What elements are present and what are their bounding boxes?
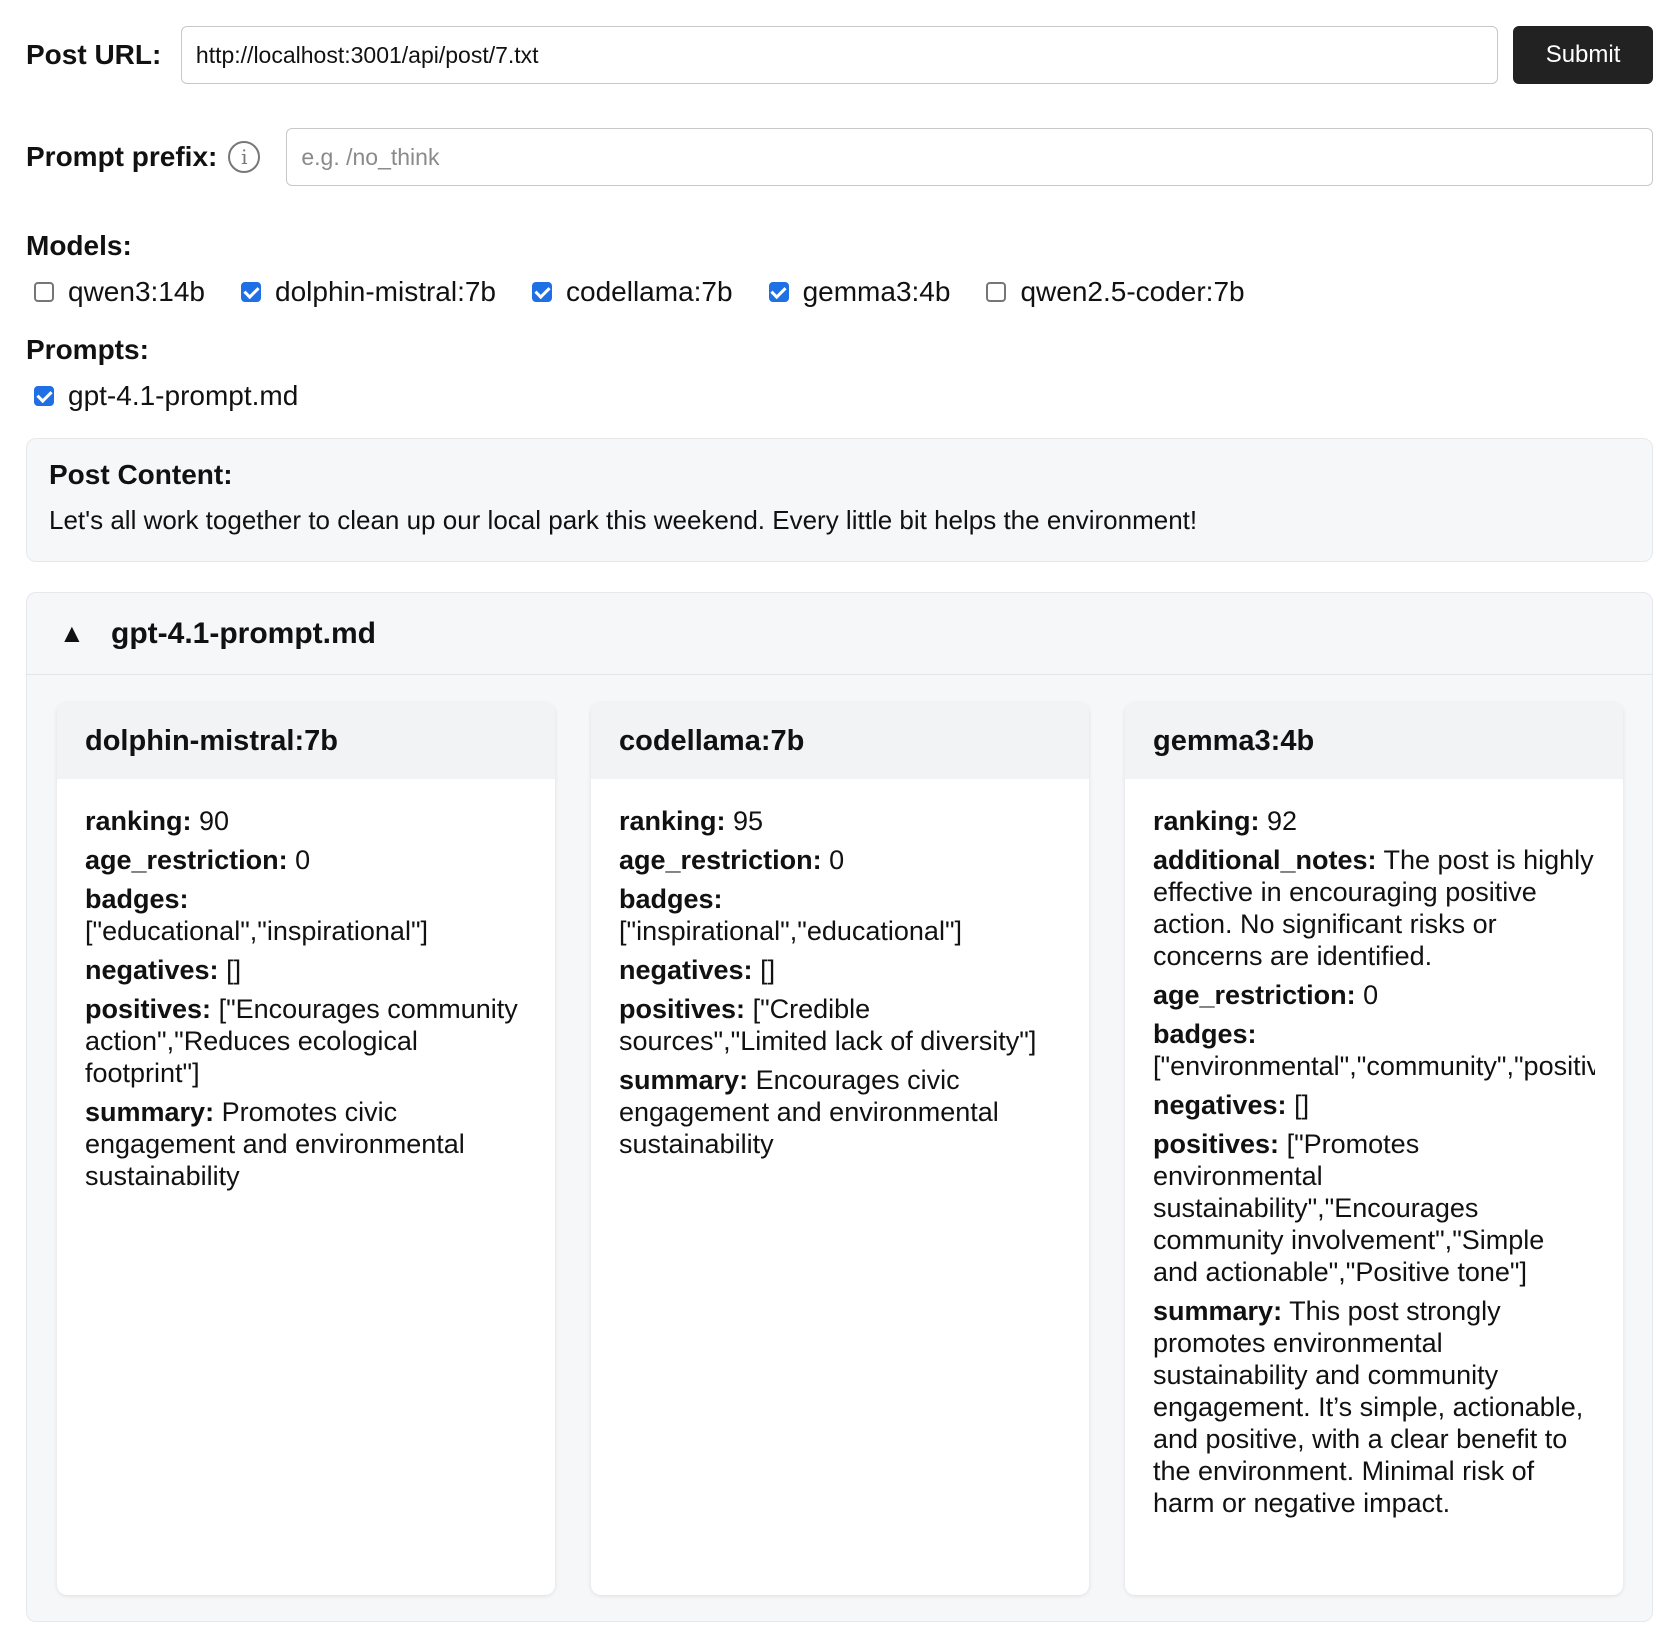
field-key: age_restriction: <box>85 845 288 875</box>
result-field: positives: ["Credible sources","Limited … <box>619 993 1061 1057</box>
field-key: badges: <box>85 884 189 914</box>
post-content-title: Post Content: <box>49 459 233 490</box>
prompt-prefix-label: Prompt prefix: <box>26 141 218 172</box>
field-key: negatives: <box>85 955 219 985</box>
field-key: badges: <box>1153 1019 1257 1049</box>
result-field: ranking: 95 <box>619 805 1061 837</box>
field-value: [] <box>760 955 776 985</box>
field-key: positives: <box>1153 1129 1280 1159</box>
checkbox[interactable] <box>532 282 553 302</box>
checkbox[interactable] <box>768 282 789 302</box>
model-option-gemma3-4b[interactable]: gemma3:4b <box>761 276 951 308</box>
post-content-text: Let's all work together to clean up our … <box>49 505 1198 535</box>
model-option-label: codellama:7b <box>566 276 733 307</box>
result-field: badges: ["inspirational","educational"] <box>619 883 1061 947</box>
post-url-input[interactable] <box>180 26 1499 84</box>
field-value: 95 <box>733 806 764 836</box>
field-value: 0 <box>295 845 311 875</box>
field-value: 92 <box>1267 806 1298 836</box>
field-key: summary: <box>1153 1296 1283 1326</box>
model-option-label: gemma3:4b <box>802 276 951 307</box>
checkbox[interactable] <box>986 282 1007 302</box>
field-key: negatives: <box>1153 1090 1287 1120</box>
prompt-results-accordion: ▲ gpt-4.1-prompt.md dolphin-mistral:7b r… <box>26 592 1653 1622</box>
field-value: ["inspirational","educational"] <box>619 916 963 946</box>
field-key: positives: <box>619 994 746 1024</box>
post-content-panel: Post Content: Let's all work together to… <box>26 438 1653 562</box>
model-option-dolphin-mistral-7b[interactable]: dolphin-mistral:7b <box>233 276 496 308</box>
result-field: badges: ["educational","inspirational"] <box>85 883 527 947</box>
model-option-qwen2-5-coder-7b[interactable]: qwen2.5-coder:7b <box>978 276 1245 308</box>
result-field: negatives: [] <box>85 954 527 986</box>
field-key: ranking: <box>1153 806 1260 836</box>
card-model-title: gemma3:4b <box>1125 703 1623 779</box>
field-key: summary: <box>619 1065 749 1095</box>
result-field: badges: ["environmental","community","pos… <box>1153 1018 1595 1082</box>
result-field: age_restriction: 0 <box>619 844 1061 876</box>
result-cards: dolphin-mistral:7b ranking: 90 age_restr… <box>27 675 1652 1595</box>
field-value: ["educational","inspirational"] <box>85 916 429 946</box>
model-option-label: dolphin-mistral:7b <box>275 276 497 307</box>
result-field: positives: ["Promotes environmental sust… <box>1153 1128 1595 1288</box>
result-card-gemma3: gemma3:4b ranking: 92 additional_notes: … <box>1125 703 1623 1595</box>
result-card-codellama: codellama:7b ranking: 95 age_restriction… <box>591 703 1089 1595</box>
prompt-prefix-row: Prompt prefix: i <box>26 128 1653 186</box>
field-key: summary: <box>85 1097 215 1127</box>
result-field: negatives: [] <box>1153 1089 1595 1121</box>
field-value: [] <box>226 955 242 985</box>
field-key: negatives: <box>619 955 753 985</box>
models-label: Models: <box>26 230 132 261</box>
checkbox[interactable] <box>34 282 54 302</box>
model-option-codellama-7b[interactable]: codellama:7b <box>524 276 733 308</box>
card-body: ranking: 90 age_restriction: 0 badges: ["… <box>57 779 555 1192</box>
result-field: age_restriction: 0 <box>1153 979 1595 1011</box>
field-value: 0 <box>1363 980 1379 1010</box>
field-value: 0 <box>829 845 845 875</box>
url-row: Post URL: Submit <box>26 26 1654 84</box>
prompts-list: gpt-4.1-prompt.md <box>26 378 1678 414</box>
page: Post URL: Submit Prompt prefix: i Models… <box>0 0 1678 1622</box>
result-card-dolphin-mistral: dolphin-mistral:7b ranking: 90 age_restr… <box>57 703 555 1595</box>
field-key: ranking: <box>619 806 726 836</box>
info-icon[interactable]: i <box>228 141 261 173</box>
collapse-triangle-icon[interactable]: ▲ <box>59 618 111 649</box>
result-field: summary: This post strongly promotes env… <box>1153 1295 1595 1519</box>
checkbox[interactable] <box>34 386 54 406</box>
submit-button[interactable]: Submit <box>1513 26 1654 84</box>
prompt-option-gpt-4-1[interactable]: gpt-4.1-prompt.md <box>26 380 298 412</box>
field-key: additional_notes: <box>1153 845 1377 875</box>
prompt-option-label: gpt-4.1-prompt.md <box>68 380 299 411</box>
prompts-label: Prompts: <box>26 334 149 365</box>
field-key: age_restriction: <box>1153 980 1356 1010</box>
field-key: positives: <box>85 994 212 1024</box>
result-field: negatives: [] <box>619 954 1061 986</box>
field-key: age_restriction: <box>619 845 822 875</box>
model-option-label: qwen2.5-coder:7b <box>1020 276 1245 307</box>
result-field: age_restriction: 0 <box>85 844 527 876</box>
field-key: badges: <box>619 884 723 914</box>
field-value: 90 <box>199 806 230 836</box>
card-body: ranking: 95 age_restriction: 0 badges: ["… <box>591 779 1089 1160</box>
prompt-prefix-input[interactable] <box>286 128 1653 186</box>
models-list: qwen3:14b dolphin-mistral:7b codellama:7… <box>26 274 1678 310</box>
accordion-title: gpt-4.1-prompt.md <box>111 616 376 650</box>
result-field: ranking: 92 <box>1153 805 1595 837</box>
field-value: ["environmental","community","positiv <box>1153 1051 1595 1081</box>
field-value: [] <box>1294 1090 1310 1120</box>
card-model-title: dolphin-mistral:7b <box>57 703 555 779</box>
field-value: This post strongly promotes environmenta… <box>1153 1296 1584 1518</box>
card-body: ranking: 92 additional_notes: The post i… <box>1125 779 1623 1519</box>
post-url-label: Post URL: <box>26 39 162 70</box>
result-field: ranking: 90 <box>85 805 527 837</box>
result-field: summary: Encourages civic engagement and… <box>619 1064 1061 1160</box>
field-key: ranking: <box>85 806 192 836</box>
result-field: summary: Promotes civic engagement and e… <box>85 1096 527 1192</box>
checkbox[interactable] <box>241 282 262 302</box>
card-model-title: codellama:7b <box>591 703 1089 779</box>
accordion-header[interactable]: ▲ gpt-4.1-prompt.md <box>27 593 1652 675</box>
model-option-qwen3-14b[interactable]: qwen3:14b <box>26 276 205 308</box>
model-option-label: qwen3:14b <box>68 276 206 307</box>
result-field: positives: ["Encourages community action… <box>85 993 527 1089</box>
result-field: additional_notes: The post is highly eff… <box>1153 844 1595 972</box>
